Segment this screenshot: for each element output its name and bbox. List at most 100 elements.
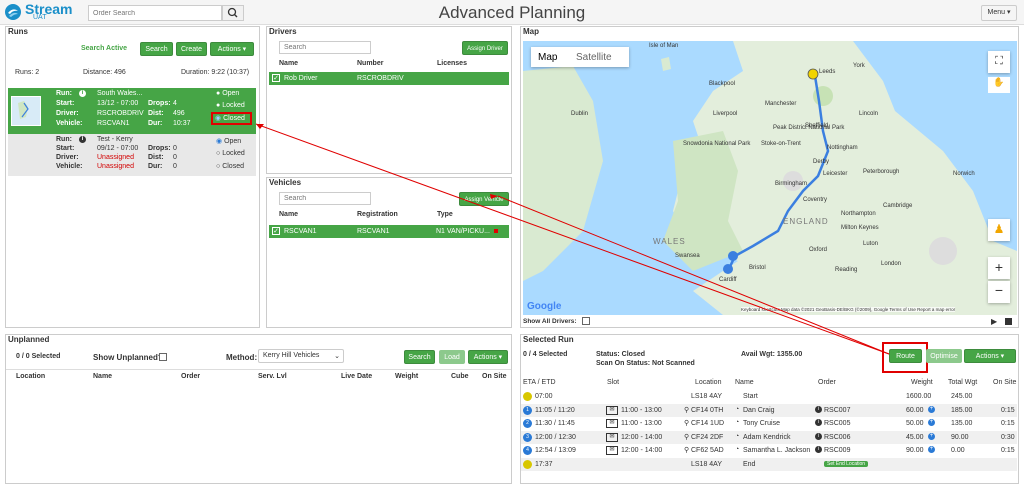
selected-run-selected: 0 / 4 Selected: [523, 351, 568, 358]
plus-circle-icon[interactable]: +: [928, 405, 935, 413]
table-row[interactable]: 17:37 LS18 4AY End Set End Location: [521, 457, 1017, 471]
cell-location: CF14 0TH: [691, 406, 724, 414]
map-title: Map: [523, 27, 539, 36]
play-icon[interactable]: ▶: [991, 317, 997, 326]
checkbox-checked-icon[interactable]: ✓: [272, 74, 280, 82]
optimise-button[interactable]: Optimise: [926, 349, 962, 363]
ireland-landmass: [523, 66, 603, 281]
drivers-search-input[interactable]: [279, 41, 371, 54]
runs-create-button[interactable]: Create: [176, 42, 207, 56]
run-vehicle: RSCVAN1: [97, 120, 130, 127]
satellite-tab[interactable]: Satellite: [576, 52, 612, 63]
assign-driver-button[interactable]: Assign Driver: [462, 41, 508, 55]
vehicles-col-name: Name: [279, 211, 299, 218]
mail-icon[interactable]: ✉: [606, 446, 618, 455]
map-place-label: London: [881, 261, 902, 267]
cell-eta: 17:37: [535, 460, 553, 468]
cell-onsite: 0:15: [1001, 420, 1015, 427]
runs-search-button[interactable]: Search: [140, 42, 173, 56]
route-button[interactable]: Route: [889, 349, 922, 363]
pan-hand-icon[interactable]: ✋: [988, 77, 1010, 93]
map-place-label: York: [853, 63, 865, 69]
driver-row[interactable]: ✓ Rob Driver RSCROBDRIV: [269, 72, 509, 85]
method-value: Kerry Hill Vehicles: [263, 352, 320, 359]
status-closed-radio[interactable]: ◉ Closed: [211, 112, 252, 125]
map-place-label: Lincoln: [859, 111, 879, 117]
run-start: 13/12 - 07:00: [97, 100, 139, 107]
map-place-label: Reading: [835, 267, 858, 273]
cell-weight: 90.00: [906, 447, 924, 454]
mail-icon[interactable]: ✉: [606, 432, 618, 442]
cell-location: CF14 1UD: [691, 420, 725, 427]
table-row[interactable]: 1 11:05 / 11:20 11:00 - 13:00 CF14 0TH Dan C…: [521, 403, 1017, 417]
info-icon[interactable]: i: [815, 405, 822, 413]
run-drops: 0: [173, 145, 177, 152]
plus-circle-icon[interactable]: +: [928, 432, 935, 440]
map-place-label: Peak District National Park: [773, 125, 845, 131]
cell-name: Dan Craig: [743, 406, 775, 414]
run-label: Run:: [56, 136, 72, 143]
table-row[interactable]: 4 12:54 / 13:09 12:00 - 14:00 CF62 5AD Saman…: [521, 444, 1017, 457]
map-canvas[interactable]: Isle of Man Leeds York Manchester Sheffield L…: [523, 41, 1017, 315]
run-drops-label: Drops:: [148, 100, 171, 107]
info-icon[interactable]: i: [815, 446, 822, 453]
info-icon[interactable]: i: [79, 136, 86, 143]
mail-icon[interactable]: ✉: [606, 419, 618, 428]
checkbox-checked-icon[interactable]: ✓: [272, 227, 280, 235]
status-locked-radio[interactable]: ○ Locked: [216, 150, 245, 157]
vehicles-search-input[interactable]: [279, 192, 371, 205]
chevron-down-icon: ⌄: [334, 353, 340, 360]
menu-button[interactable]: Menu ▾: [981, 5, 1017, 21]
vehicle-row[interactable]: ✓ RSCVAN1 RSCVAN1 N1 VAN/PICKU...: [269, 225, 509, 238]
map-place-label: Stoke-on-Trent: [761, 141, 801, 147]
run-dist: 496: [173, 110, 185, 117]
table-row[interactable]: 07:00 LS18 4AY Start 1600.00 245.00: [521, 390, 1017, 403]
cell-eta: 12:54 / 13:09: [535, 447, 576, 454]
cell-name: Start: [743, 393, 758, 400]
drop-pin-icon: 3: [523, 432, 532, 442]
info-icon[interactable]: i: [815, 419, 822, 426]
table-row[interactable]: 3 12:00 / 12:30 12:00 - 14:00 CF24 2DF Adam …: [521, 430, 1017, 444]
plus-circle-icon[interactable]: +: [928, 419, 935, 426]
pegman-icon[interactable]: ♟: [988, 219, 1010, 241]
map-place-label: Peterborough: [863, 169, 900, 175]
run-dist: 0: [173, 154, 177, 161]
status-open-radio[interactable]: ◉ Open: [216, 137, 241, 145]
table-row[interactable]: 2 11:30 / 11:45 11:00 - 13:00 CF14 1UD Tony …: [521, 417, 1017, 430]
unplanned-title: Unplanned: [8, 335, 50, 344]
status-closed-radio[interactable]: ○ Closed: [216, 163, 244, 170]
info-icon[interactable]: i: [79, 90, 86, 97]
run-card[interactable]: Run: i Test - Kerry Start: 09/12 - 07:00…: [8, 134, 256, 176]
run-card-selected[interactable]: Run: i South Wales... Start: 13/12 - 07:…: [8, 88, 256, 134]
show-unplanned-checkbox[interactable]: [159, 353, 167, 361]
map-tab[interactable]: Map: [538, 52, 557, 63]
status-open-radio[interactable]: ● Open: [216, 90, 239, 97]
selected-run-actions-button[interactable]: Actions ▾: [964, 349, 1016, 363]
status-locked-radio[interactable]: ● Locked: [216, 102, 245, 109]
cell-eta: 11:30 / 11:45: [535, 420, 575, 427]
cell-order: RSC005: [824, 420, 851, 427]
unplanned-actions-button[interactable]: Actions ▾: [468, 350, 508, 364]
info-icon[interactable]: i: [815, 432, 822, 440]
radio-dot-icon: ●: [216, 102, 221, 109]
depot-pin-icon: [523, 459, 532, 469]
method-select[interactable]: Kerry Hill Vehicles ⌄: [258, 349, 344, 363]
fullscreen-icon[interactable]: ⛶: [988, 51, 1010, 73]
zoom-in-button[interactable]: +: [988, 257, 1010, 279]
runs-distance: Distance: 496: [83, 69, 126, 76]
col-location: Location: [16, 373, 46, 380]
map-place-label: Blackpool: [709, 81, 736, 87]
run-vehicle: Unassigned: [97, 163, 134, 170]
set-end-location-button[interactable]: Set End Location: [824, 460, 869, 467]
load-button[interactable]: Load: [439, 350, 465, 364]
stop-icon[interactable]: [1005, 318, 1012, 325]
zoom-out-button[interactable]: −: [988, 281, 1010, 303]
assign-vehicle-button[interactable]: Assign Vehicle: [459, 192, 509, 206]
show-all-drivers-checkbox[interactable]: [582, 317, 590, 325]
mail-icon[interactable]: ✉: [606, 405, 618, 415]
plus-circle-icon[interactable]: +: [928, 446, 935, 453]
runs-actions-button[interactable]: Actions ▾: [210, 42, 254, 56]
unplanned-search-button[interactable]: Search: [404, 350, 435, 364]
map-type-control: Map Satellite: [531, 47, 629, 67]
drivers-panel: Drivers Assign Driver Name Number Licens…: [266, 26, 512, 174]
